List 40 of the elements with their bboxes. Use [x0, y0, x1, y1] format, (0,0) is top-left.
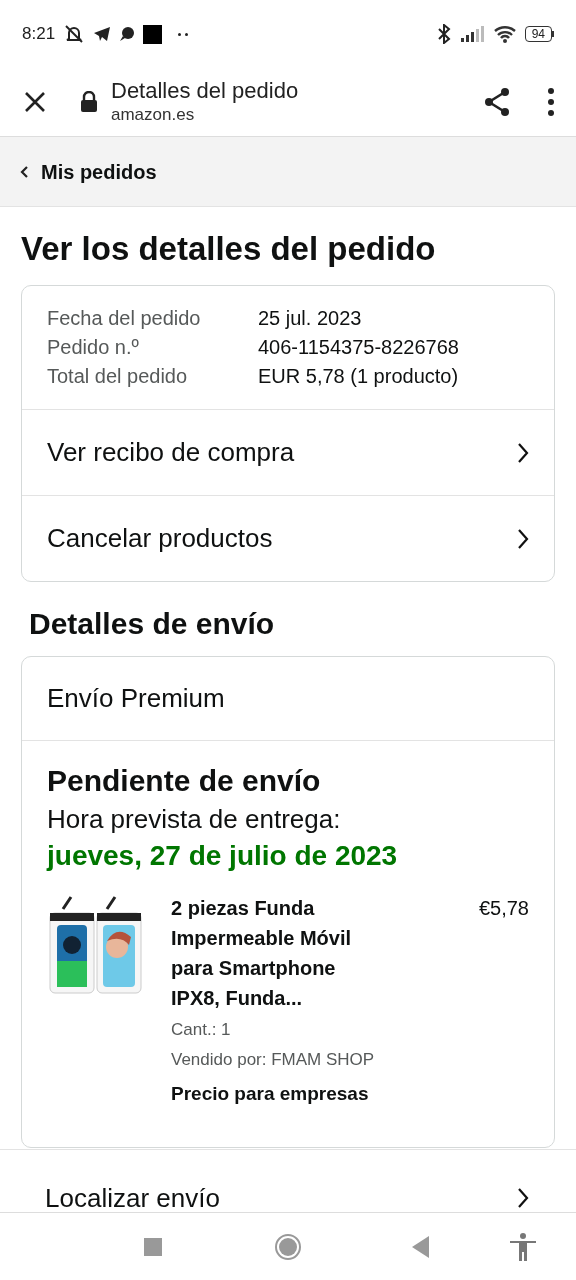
shipment-status: Pendiente de envío	[47, 763, 322, 799]
lock-icon	[80, 91, 98, 113]
delivery-label: Hora prevista de entrega:	[47, 803, 342, 836]
page-title: Detalles del pedido	[111, 78, 299, 104]
track-shipment-link[interactable]: Localizar envío	[0, 1150, 576, 1212]
wifi-icon	[492, 25, 517, 43]
page-heading: Ver los detalles del pedido	[21, 229, 437, 269]
accessibility-icon[interactable]	[509, 1232, 537, 1261]
back-link[interactable]: Mis pedidos	[20, 156, 157, 187]
summary-label: Fecha del pedido	[47, 306, 202, 331]
summary-label: Pedido n.º	[47, 335, 140, 360]
chevron-right-icon	[517, 1187, 529, 1209]
page-url: amazon.es	[111, 104, 196, 126]
section-heading: Detalles de envío	[29, 606, 276, 642]
order-action-link[interactable]: Ver recibo de compra	[22, 409, 554, 495]
status-time: 8:21	[22, 23, 56, 46]
chevron-right-icon	[517, 441, 529, 464]
notification-square-icon	[143, 24, 163, 44]
order-action-link[interactable]: Cancelar productos	[22, 495, 554, 581]
home-button[interactable]	[275, 1233, 301, 1260]
product-quantity: Cant.: 1	[171, 1019, 232, 1041]
shipping-method: Envío Premium	[22, 657, 554, 741]
more-notifications-icon	[178, 32, 189, 36]
chevron-left-icon	[20, 164, 29, 179]
chevron-right-icon	[517, 527, 529, 550]
product-title[interactable]: 2 piezas Funda Impermeable Móvil para Smartphone IPX8, Funda...	[171, 893, 371, 1013]
business-price-label: Precio para empresas	[171, 1082, 370, 1106]
summary-value: 25 jul. 2023	[258, 306, 362, 331]
summary-label: Total del pedido	[47, 364, 189, 389]
more-options-button[interactable]	[548, 88, 554, 116]
back-button[interactable]	[412, 1235, 430, 1258]
recent-apps-button[interactable]	[144, 1237, 162, 1256]
delivery-date: jueves, 27 de julio de 2023	[47, 839, 399, 873]
summary-value: 406-1154375-8226768	[258, 335, 459, 360]
product-seller: Vendido por: FMAM SHOP	[171, 1049, 376, 1071]
product-price: €5,78	[478, 896, 529, 921]
share-button[interactable]	[482, 87, 512, 117]
battery-indicator: 94	[524, 26, 552, 42]
summary-value: EUR 5,78 (1 producto)	[258, 364, 459, 389]
signal-icon	[460, 26, 485, 42]
